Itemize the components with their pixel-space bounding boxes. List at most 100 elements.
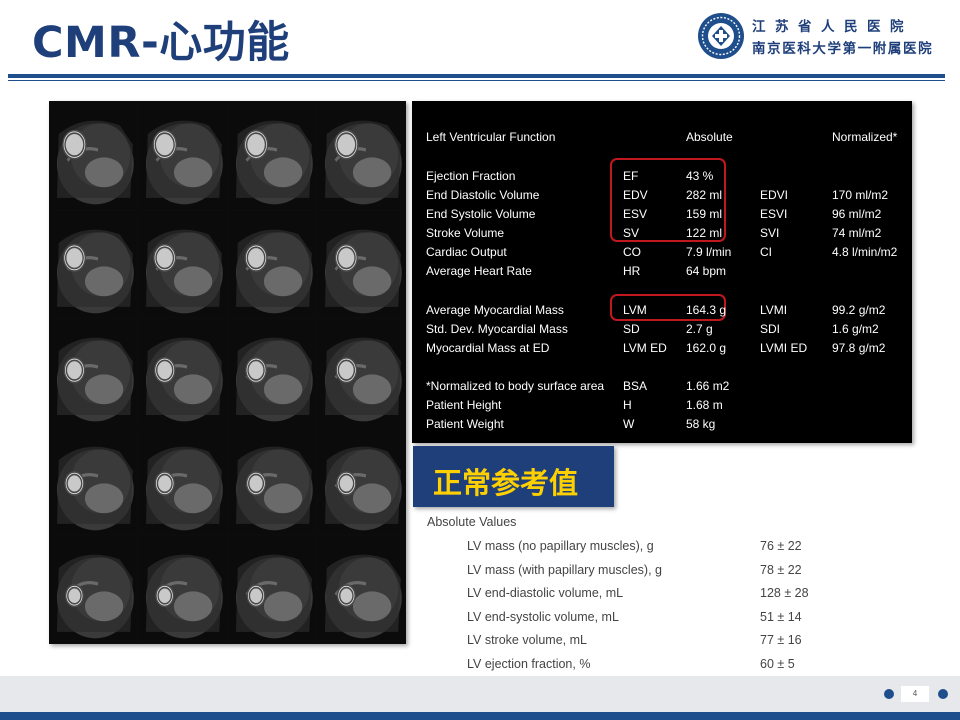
normal-reference-badge: 正常参考值 xyxy=(413,446,614,507)
reference-value: 76 ± 22 xyxy=(760,539,802,553)
lvf-row: Cardiac Output CO 7.9 l/min CI 4.8 l/min/m2 xyxy=(412,244,912,260)
mri-slice-image xyxy=(317,536,405,643)
lvf-value: 58 kg xyxy=(686,417,716,431)
footer-dot-right xyxy=(938,689,948,699)
mri-slice-image xyxy=(317,319,405,426)
reference-label: LV stroke volume, mL xyxy=(467,633,587,648)
lvf-abbr: SV xyxy=(623,226,640,240)
reference-row: LV end-systolic volume, mL 51 ± 14 xyxy=(467,609,827,625)
mri-slice-image xyxy=(50,536,138,643)
reference-row: LV mass (no papillary muscles), g 76 ± 22 xyxy=(467,538,827,554)
lvf-header-row: Left Ventricular Function Absolute Norma… xyxy=(412,129,912,145)
lvf-row: End Systolic Volume ESV 159 ml ESVI 96 ml/m2 xyxy=(412,206,912,222)
mri-slice-image xyxy=(317,210,405,318)
lvf-n-value: 96 ml/m2 xyxy=(832,207,882,221)
lvf-label: Std. Dev. Myocardial Mass xyxy=(426,322,568,336)
lvf-abbr: W xyxy=(623,417,635,431)
mri-slice-image xyxy=(317,102,405,209)
footer-band xyxy=(0,676,960,712)
lvf-value: 282 ml xyxy=(686,188,723,202)
reference-label: LV mass (no papillary muscles), g xyxy=(467,539,654,553)
lvf-label: Stroke Volume xyxy=(426,226,505,240)
lvf-label: Patient Weight xyxy=(426,417,504,431)
lvf-label: Myocardial Mass at ED xyxy=(426,341,550,355)
lvf-n-abbr: LVMI xyxy=(760,303,788,317)
lvf-row: Ejection Fraction EF 43 % xyxy=(412,168,912,184)
lvf-row: Patient Weight W 58 kg xyxy=(412,416,912,432)
mri-slice-image xyxy=(228,102,316,209)
lvf-value: 2.7 g xyxy=(686,322,713,336)
mri-slice-image xyxy=(50,102,138,209)
lvf-label: End Diastolic Volume xyxy=(426,188,540,202)
lvf-n-value: 99.2 g/m2 xyxy=(832,303,886,317)
lvf-label: Cardiac Output xyxy=(426,245,507,259)
lvf-n-abbr: SDI xyxy=(760,322,781,336)
lvf-n-value: 170 ml/m2 xyxy=(832,188,889,202)
reference-value: 60 ± 5 xyxy=(760,657,795,671)
mri-slice-image xyxy=(139,210,227,318)
lvf-abbr: H xyxy=(623,398,632,412)
mri-slice-image xyxy=(139,427,227,535)
reference-value: 77 ± 16 xyxy=(760,633,802,648)
lvf-value: 64 bpm xyxy=(686,264,727,278)
lv-function-report: Left Ventricular Function Absolute Norma… xyxy=(412,101,912,443)
reference-value: 128 ± 28 xyxy=(760,586,809,601)
lvf-abbr: SD xyxy=(623,322,640,336)
reference-row: LV ejection fraction, % 60 ± 5 xyxy=(467,656,827,672)
lvf-n-abbr: ESVI xyxy=(760,207,788,221)
lvf-n-value: 74 ml/m2 xyxy=(832,226,882,240)
lvf-value: 1.68 m xyxy=(686,398,723,412)
lvf-value: 1.66 m2 xyxy=(686,379,730,393)
page-number: 4 xyxy=(901,686,929,702)
lvf-row: Patient Height H 1.68 m xyxy=(412,397,912,413)
lvf-row: Std. Dev. Myocardial Mass SD 2.7 g SDI 1.6 g… xyxy=(412,321,912,337)
reference-label: LV end-systolic volume, mL xyxy=(467,609,619,624)
hospital-name-line2: 南京医科大学第一附属医院 xyxy=(752,41,934,57)
reference-row: LV end-diastolic volume, mL 128 ± 28 xyxy=(467,585,827,601)
reference-value: 78 ± 22 xyxy=(760,562,802,577)
mri-slice-image xyxy=(139,319,227,426)
lvf-label: *Normalized to body surface area xyxy=(426,379,605,393)
lvf-value: 159 ml xyxy=(686,207,723,221)
lvf-value: 164.3 g xyxy=(686,303,727,317)
cardiac-mri-grid xyxy=(49,101,406,644)
lvf-row: Average Myocardial Mass LVM 164.3 g LVMI 99.… xyxy=(412,302,912,318)
lvf-row: Myocardial Mass at ED LVM ED 162.0 g LVMI E… xyxy=(412,340,912,356)
mri-slice-image xyxy=(228,210,316,318)
lvf-abbr: HR xyxy=(623,264,641,278)
mri-slice-image xyxy=(139,102,227,209)
hospital-logo-icon xyxy=(698,13,744,59)
mri-slice-image xyxy=(228,319,316,426)
lvf-header-normalized: Normalized* xyxy=(832,130,898,144)
lvf-value: 162.0 g xyxy=(686,341,727,355)
mri-slice-image xyxy=(228,536,316,643)
lvf-label: Average Heart Rate xyxy=(426,264,532,278)
lvf-header-absolute: Absolute xyxy=(686,130,733,144)
lvf-header-label: Left Ventricular Function xyxy=(426,130,556,144)
lvf-label: End Systolic Volume xyxy=(426,207,536,221)
lvf-row: *Normalized to body surface area BSA 1.66 … xyxy=(412,378,912,394)
lvf-abbr: CO xyxy=(623,245,641,259)
reference-row: LV mass (with papillary muscles), g 78 ± … xyxy=(467,562,827,578)
lvf-row: Stroke Volume SV 122 ml SVI 74 ml/m2 xyxy=(412,225,912,241)
mri-slice-image xyxy=(139,536,227,643)
lvf-n-abbr: CI xyxy=(760,245,772,259)
mri-slice-image xyxy=(317,427,405,535)
lvf-value: 122 ml xyxy=(686,226,723,240)
lvf-label: Average Myocardial Mass xyxy=(426,303,564,317)
mri-slice-image xyxy=(50,210,138,318)
lvf-abbr: BSA xyxy=(623,379,648,393)
lvf-n-abbr: EDVI xyxy=(760,188,789,202)
lvf-value: 7.9 l/min xyxy=(686,245,732,259)
reference-label: LV mass (with papillary muscles), g xyxy=(467,562,662,577)
lvf-n-value: 97.8 g/m2 xyxy=(832,341,886,355)
mri-slice-image xyxy=(228,427,316,535)
mri-slice-image xyxy=(50,319,138,426)
lvf-abbr: LVM ED xyxy=(623,341,667,355)
footer-bar xyxy=(0,712,960,720)
lvf-abbr: ESV xyxy=(623,207,648,221)
reference-value: 51 ± 14 xyxy=(760,609,802,624)
lvf-n-value: 4.8 l/min/m2 xyxy=(832,245,898,259)
mri-slice-image xyxy=(50,427,138,535)
reference-label: LV ejection fraction, % xyxy=(467,657,591,671)
